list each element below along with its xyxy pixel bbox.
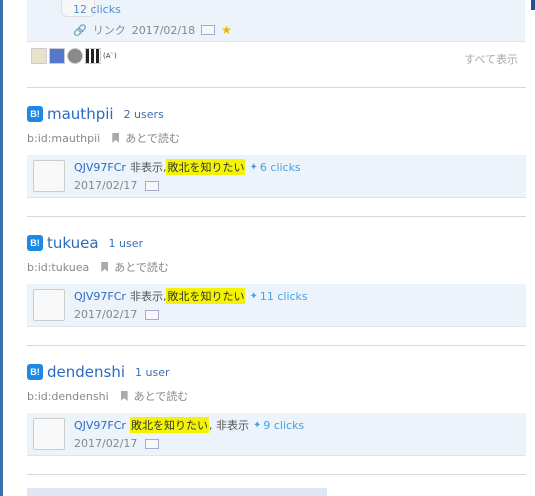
- bookmark-entry: B! tukuea 1 user b:id:tukuea あとで読む QJV97…: [27, 233, 526, 327]
- image-icon[interactable]: [145, 180, 160, 191]
- comment-user-link[interactable]: QJV97FCr: [74, 161, 126, 174]
- date: 2017/02/18: [131, 23, 196, 37]
- comment-box: QJV97FCr 非表示, 敗北を知りたい ✦ 6 clicks 2017/02…: [27, 155, 526, 198]
- see-all-link[interactable]: すべて表示: [464, 51, 518, 67]
- comment-prefix: 非表示,: [129, 161, 167, 174]
- comment-suffix: , 非表示: [208, 419, 249, 432]
- next-entry-cutoff: [27, 488, 327, 496]
- username-link[interactable]: tukuea: [47, 234, 99, 252]
- read-later-link[interactable]: あとで読む: [125, 130, 180, 146]
- bookmark-entry: B! mauthpii 2 users b:id:mauthpii あとで読む …: [27, 104, 526, 198]
- user-count[interactable]: 1 user: [135, 366, 170, 379]
- avatar[interactable]: [49, 48, 65, 64]
- user-avatars-row: (A`): [31, 48, 119, 64]
- image-icon[interactable]: [145, 438, 160, 449]
- read-later-link[interactable]: あとで読む: [134, 388, 189, 404]
- comment-date[interactable]: 2017/02/17: [74, 437, 137, 450]
- user-count[interactable]: 2 users: [124, 108, 164, 121]
- image-icon[interactable]: [145, 309, 160, 320]
- highlighted-comment: 敗北を知りたい: [129, 417, 209, 433]
- avatar[interactable]: [33, 160, 65, 192]
- avatar[interactable]: [33, 289, 65, 321]
- username-link[interactable]: mauthpii: [47, 105, 114, 123]
- divider: [27, 216, 526, 217]
- comment-date[interactable]: 2017/02/17: [74, 179, 137, 192]
- avatar[interactable]: [31, 48, 47, 64]
- avatar[interactable]: [85, 48, 101, 64]
- hatena-bookmark-icon: B!: [27, 364, 43, 380]
- hatena-bookmark-icon: B!: [27, 106, 43, 122]
- divider: [27, 474, 526, 475]
- highlighted-comment: 敗北を知りたい: [166, 288, 246, 304]
- comment-box: QJV97FCr 敗北を知りたい , 非表示 ✦ 9 clicks 2017/0…: [27, 413, 526, 456]
- image-icon[interactable]: [201, 25, 216, 35]
- comment-box: QJV97FCr 非表示, 敗北を知りたい ✦ 11 clicks 2017/0…: [27, 284, 526, 327]
- comment-prefix: 非表示,: [129, 290, 167, 303]
- avatar[interactable]: (A`): [103, 48, 119, 64]
- clicks-link[interactable]: 6 clicks: [260, 161, 301, 174]
- divider: [27, 87, 526, 88]
- twitter-icon: ✦: [249, 161, 258, 173]
- left-edge-line: [0, 0, 3, 496]
- user-id[interactable]: b:id:mauthpii: [27, 132, 100, 145]
- twitter-icon: ✦: [252, 419, 262, 431]
- comment-user-link[interactable]: QJV97FCr: [74, 419, 126, 432]
- right-edge-line: [531, 0, 535, 10]
- clicks-link[interactable]: 11 clicks: [260, 290, 308, 303]
- username-link[interactable]: dendenshi: [47, 363, 125, 381]
- user-id[interactable]: b:id:dendenshi: [27, 390, 109, 403]
- read-later-link[interactable]: あとで読む: [114, 259, 169, 275]
- avatar[interactable]: [33, 418, 65, 450]
- comment-user-link[interactable]: QJV97FCr: [74, 290, 126, 303]
- user-id[interactable]: b:id:tukuea: [27, 261, 89, 274]
- comment-date[interactable]: 2017/02/17: [74, 308, 137, 321]
- divider: [27, 345, 526, 346]
- highlighted-comment: 敗北を知りたい: [166, 159, 246, 175]
- avatar[interactable]: [67, 48, 83, 64]
- hatena-bookmark-icon: B!: [27, 235, 43, 251]
- star-icon[interactable]: ★: [221, 23, 232, 37]
- bookmark-icon: [120, 391, 128, 401]
- bookmark-icon: [112, 133, 120, 143]
- link-label[interactable]: リンク: [93, 22, 126, 38]
- bookmark-icon: [101, 262, 109, 272]
- twitter-icon: ✦: [249, 290, 258, 302]
- link-row: 🔗 リンク 2017/02/18 ★: [73, 22, 232, 38]
- user-count[interactable]: 1 user: [109, 237, 144, 250]
- clicks-link[interactable]: 9 clicks: [263, 419, 304, 432]
- clicks-link[interactable]: 12 clicks: [73, 3, 121, 16]
- link-icon: 🔗: [73, 23, 87, 37]
- bookmark-entry: B! dendenshi 1 user b:id:dendenshi あとで読む…: [27, 362, 526, 456]
